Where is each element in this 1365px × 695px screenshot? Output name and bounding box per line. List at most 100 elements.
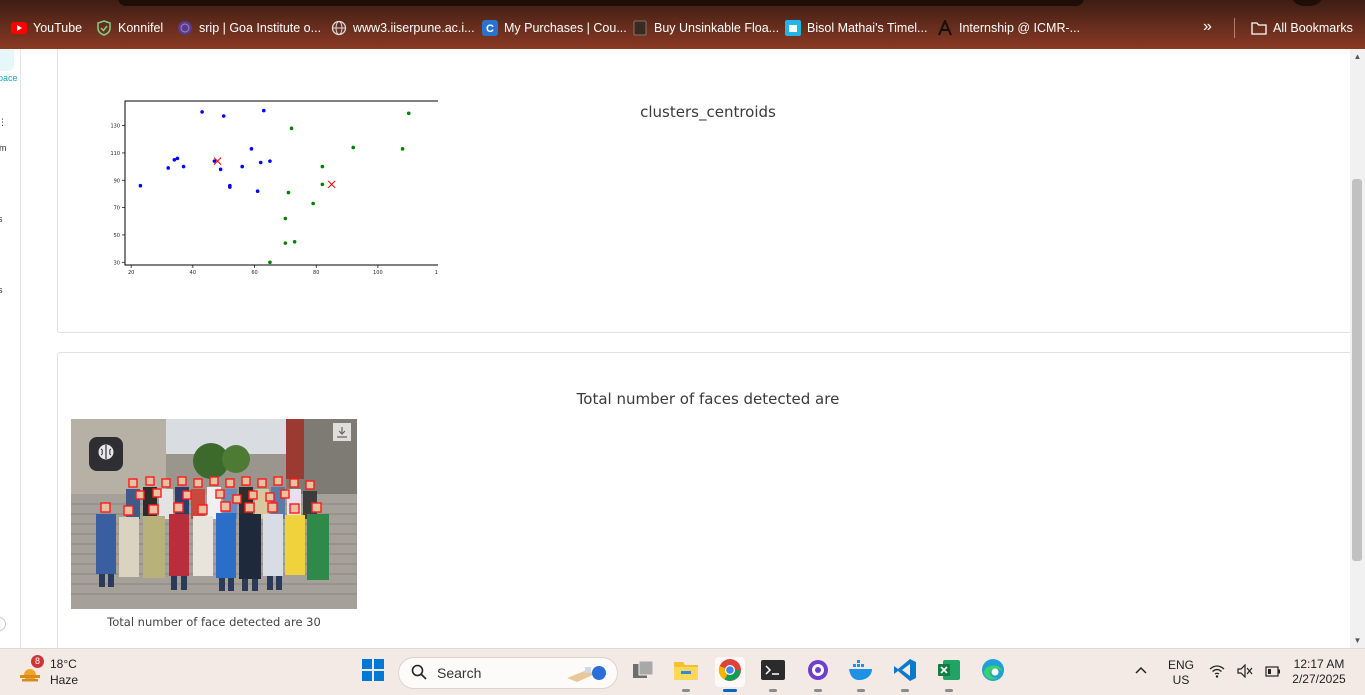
cluster-1-point <box>351 145 356 150</box>
weather-temp: 18°C <box>50 657 77 671</box>
scroll-down-icon[interactable]: ▼ <box>1353 636 1362 645</box>
cluster-0-point <box>240 164 244 169</box>
vscode-button[interactable] <box>890 657 920 692</box>
terminal-button[interactable] <box>758 657 788 692</box>
rail-label[interactable]: s <box>0 214 3 224</box>
excel-icon <box>937 658 961 687</box>
y-tick-label: 130 <box>110 124 120 130</box>
folder-icon <box>673 659 699 686</box>
rail-label[interactable]: pace <box>0 73 18 83</box>
bisol-icon <box>785 20 801 36</box>
cluster-0-point <box>221 114 226 118</box>
bookmark-icmr[interactable]: Internship @ ICMR-... <box>937 18 1080 38</box>
rail-label[interactable]: s <box>0 285 3 295</box>
cluster-1-point <box>283 241 288 245</box>
shield-check-icon <box>96 20 112 36</box>
folder-icon <box>1251 20 1267 36</box>
running-indicator <box>857 689 865 692</box>
plot-axes-frame <box>124 100 438 266</box>
cluster-0-point <box>181 164 186 169</box>
rail-label[interactable]: m <box>0 143 7 153</box>
all-bookmarks-label: All Bookmarks <box>1273 21 1353 35</box>
bookmark-label: www3.iiserpune.ac.i... <box>353 21 475 35</box>
docker-button[interactable] <box>846 657 876 692</box>
rail-circle-button[interactable] <box>0 617 6 631</box>
task-view-button[interactable] <box>628 657 658 687</box>
bookmark-iiserpune[interactable]: www3.iiserpune.ac.i... <box>331 18 475 38</box>
notebook-output-area: clusters_centroids 204060801001203050709… <box>21 49 1350 648</box>
active-indicator <box>723 689 737 692</box>
task-view-icon <box>632 660 654 685</box>
bookmark-my-purchases[interactable]: C My Purchases | Cou... <box>482 18 627 38</box>
x-tick-label: 40 <box>190 270 196 276</box>
coursera-icon: C <box>482 20 498 36</box>
running-indicator <box>682 689 690 692</box>
page-scrollbar[interactable]: ▲ ▼ <box>1350 49 1365 648</box>
excel-button[interactable] <box>934 657 964 692</box>
language-indicator[interactable]: ENG US <box>1163 658 1199 688</box>
battery-icon <box>1265 664 1281 683</box>
y-tick-label: 90 <box>114 178 120 184</box>
book-icon <box>632 20 648 36</box>
address-bar-edge <box>118 0 1084 6</box>
bookmark-srip-goa[interactable]: srip | Goa Institute o... <box>177 18 321 38</box>
volume-muted-icon <box>1237 663 1253 683</box>
system-tray-icons[interactable] <box>1209 663 1281 683</box>
group-photo-detected-faces[interactable] <box>71 419 357 609</box>
chrome-icon <box>718 658 742 687</box>
running-indicator <box>945 689 953 692</box>
cluster-0-point <box>166 166 170 170</box>
y-tick-label: 50 <box>114 233 120 239</box>
cluster-1-point <box>320 182 325 187</box>
rail-menu-icon[interactable]: ⋮ <box>0 117 7 128</box>
cluster-0-point <box>261 108 266 113</box>
weather-widget[interactable]: 8 18°C Haze <box>18 655 88 689</box>
wifi-icon <box>1209 664 1225 683</box>
y-tick-label: 30 <box>114 260 120 266</box>
cluster-1-point <box>406 111 411 116</box>
running-indicator <box>769 689 777 692</box>
cluster-0-point <box>268 159 272 163</box>
bookmark-unsinkable[interactable]: Buy Unsinkable Floa... <box>632 18 779 38</box>
all-bookmarks-button[interactable]: All Bookmarks <box>1251 18 1353 38</box>
edge-button[interactable] <box>978 657 1008 687</box>
chrome-button[interactable] <box>715 657 745 692</box>
bookmark-youtube[interactable]: YouTube <box>11 18 82 38</box>
rail-active-item[interactable] <box>0 49 14 71</box>
bookmark-label: YouTube <box>33 21 83 35</box>
bookmark-bisol-mathai[interactable]: Bisol Mathai's Timel... <box>785 18 927 38</box>
bookmarks-bar: YouTube Konnifel srip | Goa Institute o.… <box>0 0 1365 49</box>
terminal-icon <box>761 659 785 685</box>
bookmark-konnifel[interactable]: Konnifel <box>96 18 163 38</box>
docker-icon <box>848 659 874 686</box>
x-tick-label: 20 <box>128 270 134 276</box>
vscode-icon <box>893 658 917 687</box>
globe-icon <box>331 20 347 36</box>
windows-taskbar: 8 18°C Haze Search ENG US 12:17 AM 2/27/… <box>0 648 1365 695</box>
clock[interactable]: 12:17 AM 2/27/2025 <box>1284 657 1354 687</box>
github-desktop-button[interactable] <box>803 657 833 692</box>
cluster-0-point <box>255 189 260 193</box>
y-tick-label: 110 <box>110 151 120 157</box>
start-button[interactable] <box>358 657 388 687</box>
scrollbar-thumb[interactable] <box>1352 179 1362 561</box>
scroll-up-icon[interactable]: ▲ <box>1353 52 1362 61</box>
brain-ai-button[interactable] <box>89 437 123 471</box>
edge-icon <box>981 658 1005 687</box>
search-icon <box>411 664 427 683</box>
profile-avatar-edge <box>1290 0 1324 6</box>
cluster-1-point <box>289 126 294 131</box>
bookmarks-divider <box>1234 18 1235 38</box>
tray-overflow-chevron-icon[interactable] <box>1134 664 1148 678</box>
more-bookmarks-chevron-icon[interactable]: » <box>1203 18 1212 36</box>
bookmark-label: srip | Goa Institute o... <box>199 21 322 35</box>
file-explorer-button[interactable] <box>671 657 701 692</box>
cluster-1-point <box>283 216 288 221</box>
clock-time: 12:17 AM <box>1293 657 1345 671</box>
taskbar-search[interactable]: Search <box>398 657 618 689</box>
cluster-1-point <box>286 190 291 195</box>
x-tick-label: 100 <box>373 270 383 276</box>
download-icon[interactable] <box>333 423 351 441</box>
a-logo-icon <box>937 20 953 36</box>
globe-icon <box>177 20 193 36</box>
